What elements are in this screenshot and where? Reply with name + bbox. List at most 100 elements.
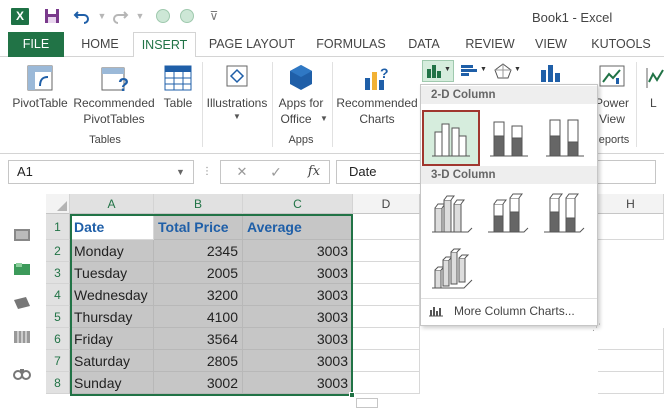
column-header-h[interactable]: H — [598, 194, 664, 214]
cell-c2[interactable]: 3003 — [243, 240, 353, 262]
3d-100-stacked-column-option[interactable] — [538, 188, 592, 238]
cancel-icon[interactable]: ✕ — [232, 160, 252, 184]
table-button[interactable]: Table — [158, 62, 198, 132]
cell-b5[interactable]: 4100 — [154, 306, 243, 328]
3d-stacked-column-option[interactable] — [482, 188, 536, 238]
customize-qat-icon[interactable]: ⊽ — [204, 6, 224, 26]
touch-mode-icon[interactable] — [156, 9, 170, 23]
cell-a1[interactable]: Date — [70, 214, 154, 240]
select-all-corner[interactable] — [46, 194, 70, 214]
cell-b4[interactable]: 3200 — [154, 284, 243, 306]
cell-h7[interactable] — [598, 350, 664, 372]
cell-b1[interactable]: Total Price — [154, 214, 243, 240]
cell-d5[interactable] — [353, 306, 420, 328]
3d-clustered-column-option[interactable] — [426, 188, 480, 238]
tab-file[interactable]: FILE — [8, 32, 64, 57]
tab-home[interactable]: HOME — [72, 32, 128, 57]
cell-d7[interactable] — [353, 350, 420, 372]
more-column-charts-item[interactable]: More Column Charts... — [426, 302, 596, 320]
cell-d8[interactable] — [353, 372, 420, 394]
row-header-6[interactable]: 6 — [46, 328, 70, 350]
tab-formulas[interactable]: FORMULAS — [308, 32, 394, 57]
recommended-charts-button[interactable]: ? Recommended Charts — [334, 62, 420, 132]
column-chart-button[interactable]: ▼ — [422, 60, 454, 82]
redo-dropdown-icon[interactable]: ▼ — [130, 6, 150, 26]
row-header-1[interactable]: 1 — [46, 214, 70, 240]
illustrations-button[interactable]: Illustrations ▼ — [204, 62, 270, 132]
fill-handle[interactable] — [349, 392, 355, 398]
sparklines-button[interactable]: L — [640, 62, 664, 132]
enter-icon[interactable]: ✓ — [266, 160, 286, 184]
cell-h6[interactable] — [598, 328, 664, 350]
cell-c4[interactable]: 3003 — [243, 284, 353, 306]
column-list-icon[interactable] — [12, 330, 36, 346]
row-header-4[interactable]: 4 — [46, 284, 70, 306]
pivottable-button[interactable]: PivotTable — [8, 62, 72, 132]
cell-c8[interactable]: 3003 — [243, 372, 353, 394]
save-icon[interactable] — [42, 6, 62, 26]
cell-b6[interactable]: 3564 — [154, 328, 243, 350]
row-header-3[interactable]: 3 — [46, 262, 70, 284]
apps-for-office-button[interactable]: Apps for Office ▼ — [274, 62, 328, 132]
recommended-pivottables-button[interactable]: ? Recommended PivotTables — [72, 62, 156, 132]
tab-data[interactable]: DATA — [402, 32, 446, 57]
column-header-a[interactable]: A — [70, 194, 154, 214]
cell-a8[interactable]: Sunday — [70, 372, 154, 394]
column-header-c[interactable]: C — [243, 194, 353, 214]
navigation-icon[interactable] — [12, 228, 36, 244]
cell-d2[interactable] — [353, 240, 420, 262]
radar-chart-button[interactable]: ▼ — [494, 62, 524, 80]
cell-h1[interactable] — [598, 214, 664, 240]
column-header-b[interactable]: B — [154, 194, 243, 214]
camera-icon[interactable] — [180, 9, 194, 23]
cell-c6[interactable]: 3003 — [243, 328, 353, 350]
autotext-icon[interactable] — [12, 296, 36, 312]
cell-a2[interactable]: Monday — [70, 240, 154, 262]
stacked-column-option[interactable] — [482, 112, 536, 162]
cell-a4[interactable]: Wednesday — [70, 284, 154, 306]
cell-a7[interactable]: Saturday — [70, 350, 154, 372]
workbook-sheet-icon[interactable] — [12, 262, 36, 278]
row-header-8[interactable]: 8 — [46, 372, 70, 394]
insert-function-icon[interactable]: fx — [302, 160, 326, 184]
pivotchart-button[interactable] — [538, 62, 568, 84]
cell-a3[interactable]: Tuesday — [70, 262, 154, 284]
name-box-dropdown-icon[interactable]: ▼ — [176, 160, 185, 184]
row-header-5[interactable]: 5 — [46, 306, 70, 328]
redo-icon[interactable] — [110, 6, 130, 26]
tab-review[interactable]: REVIEW — [460, 32, 520, 57]
cell-b8[interactable]: 3002 — [154, 372, 243, 394]
resize-grip-icon[interactable]: ⋰ — [592, 322, 601, 333]
column-header-d[interactable]: D — [353, 194, 420, 214]
name-box[interactable]: A1 — [8, 160, 194, 184]
row-header-7[interactable]: 7 — [46, 350, 70, 372]
cell-c5[interactable]: 3003 — [243, 306, 353, 328]
cell-a6[interactable]: Friday — [70, 328, 154, 350]
cell-d4[interactable] — [353, 284, 420, 306]
cell-d6[interactable] — [353, 328, 420, 350]
3d-column-option[interactable] — [426, 244, 480, 294]
find-replace-icon[interactable] — [12, 366, 36, 382]
cell-c3[interactable]: 3003 — [243, 262, 353, 284]
clustered-column-option[interactable] — [422, 110, 480, 166]
cell-h8[interactable] — [598, 372, 664, 394]
undo-dropdown-icon[interactable]: ▼ — [92, 6, 112, 26]
cell-b7[interactable]: 2805 — [154, 350, 243, 372]
cell-d3[interactable] — [353, 262, 420, 284]
power-view-button[interactable]: Power View — [594, 62, 630, 132]
tab-page-layout[interactable]: PAGE LAYOUT — [202, 32, 302, 57]
row-header-2[interactable]: 2 — [46, 240, 70, 262]
cell-c1[interactable]: Average — [243, 214, 353, 240]
cell-b3[interactable]: 2005 — [154, 262, 243, 284]
cell-b2[interactable]: 2345 — [154, 240, 243, 262]
cell-d1[interactable] — [353, 214, 420, 240]
undo-icon[interactable] — [72, 6, 92, 26]
tab-insert[interactable]: INSERT — [133, 32, 196, 57]
quick-analysis-icon[interactable] — [356, 398, 378, 408]
tab-view[interactable]: VIEW — [528, 32, 574, 57]
cell-a5[interactable]: Thursday — [70, 306, 154, 328]
100-stacked-column-option[interactable] — [538, 112, 592, 162]
tab-kutools[interactable]: KUTOOLS — [588, 32, 654, 57]
bar-chart-button[interactable]: ▼ — [460, 62, 490, 80]
cell-c7[interactable]: 3003 — [243, 350, 353, 372]
